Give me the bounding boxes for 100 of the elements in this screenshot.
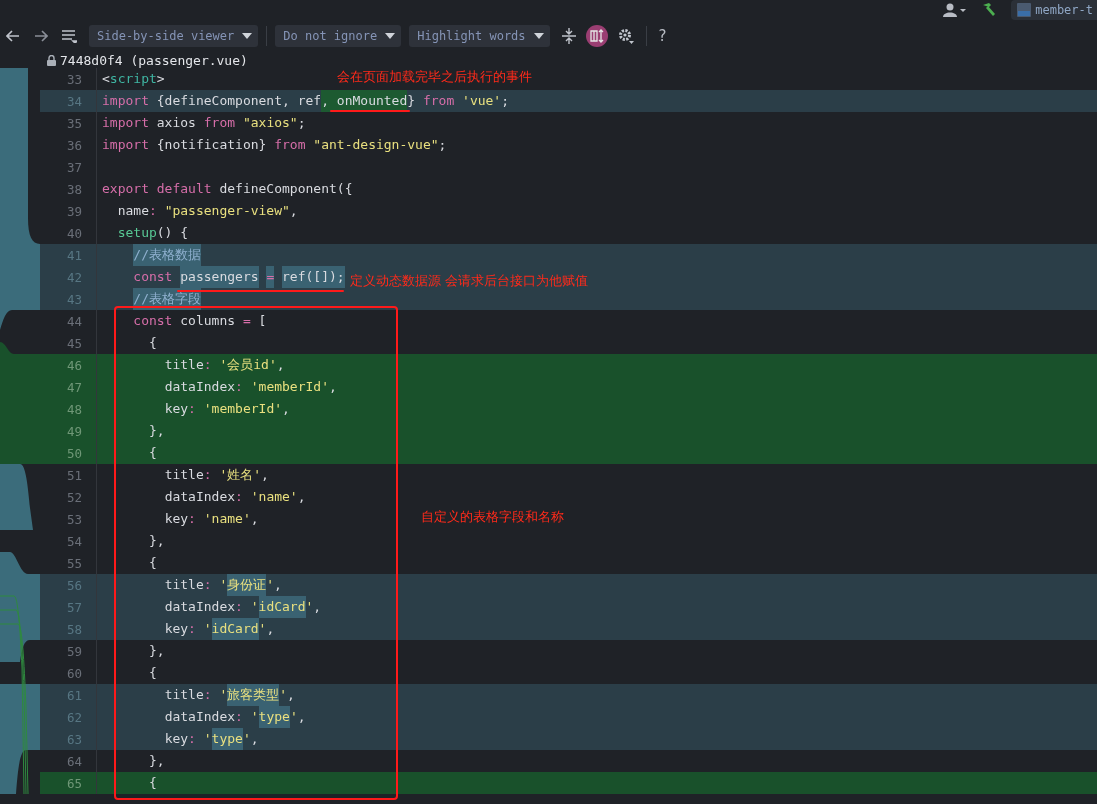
code-token: ' — [203, 730, 212, 748]
code-token: < — [102, 70, 110, 88]
line-number: 44 — [65, 313, 82, 329]
code-token: }, — [148, 642, 165, 660]
code-token: 'name' — [203, 510, 251, 528]
code-token: () { — [156, 224, 189, 242]
code-token: key — [164, 400, 189, 418]
code-token: : — [188, 400, 196, 418]
code-token: , — [274, 576, 282, 594]
line-number: 65 — [65, 775, 82, 791]
code-token: ' — [250, 708, 259, 726]
code-token: , — [297, 488, 306, 506]
code-token: ; — [501, 92, 510, 110]
line-number: 59 — [65, 643, 82, 659]
line-number: 50 — [65, 445, 82, 461]
back-arrow-icon[interactable] — [6, 30, 20, 42]
code-token: "ant-design-vue" — [313, 136, 439, 154]
collapse-icon[interactable] — [561, 28, 576, 44]
code-token: , — [282, 400, 290, 418]
code-token: }, — [148, 422, 165, 440]
code-token: ' — [242, 730, 251, 748]
code-token: ' — [258, 620, 267, 638]
code-token: ' — [219, 686, 228, 704]
code-token: : — [203, 466, 212, 484]
code-token: setup — [117, 224, 157, 242]
code-token: {defineComponent, ref — [156, 92, 322, 110]
code-token: : — [188, 510, 196, 528]
code-token: [ — [258, 312, 267, 330]
sync-scroll-toggle[interactable] — [585, 25, 608, 47]
line-number: 47 — [65, 379, 82, 395]
line-number: 49 — [65, 423, 82, 439]
annotation-text: 自定义的表格字段和名称 — [421, 508, 564, 526]
line-number: 42 — [65, 269, 82, 285]
line-number: 64 — [65, 753, 82, 769]
caret-icon — [242, 33, 253, 39]
code-token: from — [274, 136, 306, 154]
code-token: }, — [148, 532, 165, 550]
dropdown[interactable]: Highlight words — [409, 25, 550, 47]
code-token: {notification} — [156, 136, 267, 154]
code-token: const — [133, 268, 173, 286]
code-token: 'name' — [250, 488, 298, 506]
line-number: 34 — [65, 93, 82, 109]
line-number: 38 — [65, 181, 82, 197]
code-token: '会员id' — [219, 356, 277, 374]
code-token: , — [329, 378, 337, 396]
code-token: title — [164, 576, 204, 594]
editor-tab[interactable]: member-t — [1011, 0, 1097, 20]
code-token: dataIndex — [164, 488, 236, 506]
help-button[interactable]: ? — [658, 27, 667, 45]
code-token: : — [235, 598, 243, 616]
code-token: : — [203, 356, 212, 374]
code-token: : — [235, 378, 243, 396]
code-token: { — [148, 664, 157, 682]
code-token: import — [102, 92, 149, 110]
code-token: = — [266, 266, 275, 288]
line-number: 35 — [65, 115, 82, 131]
line-number: 46 — [65, 357, 82, 373]
line-number: 61 — [65, 687, 82, 703]
code-token: script — [109, 70, 157, 88]
annotation-text: 定义动态数据源 会请求后台接口为他赋值 — [350, 272, 589, 290]
code-token: , onMounted — [321, 90, 408, 112]
code-token: ' — [289, 708, 298, 726]
dropdown[interactable]: Side-by-side viewer — [89, 25, 259, 47]
code-token: }, — [148, 752, 165, 770]
code-token: 'memberId' — [250, 378, 329, 396]
code-token: : — [235, 708, 243, 726]
code-token: > — [156, 70, 165, 88]
line-number: 48 — [65, 401, 82, 417]
code-token: "passenger-view" — [164, 202, 290, 220]
code-token: dataIndex — [164, 598, 236, 616]
settings-icon[interactable] — [617, 28, 634, 44]
code-token: ; — [297, 114, 306, 132]
api-file-icon — [1017, 3, 1032, 17]
code-token: } — [407, 92, 416, 110]
line-number: 63 — [65, 731, 82, 747]
code-token: ' — [219, 576, 228, 594]
caret-icon — [385, 33, 396, 39]
code-token: , — [289, 202, 298, 220]
line-number: 51 — [65, 467, 82, 483]
line-number: 55 — [65, 555, 82, 571]
forward-arrow-icon[interactable] — [34, 30, 48, 42]
code-token: defineComponent({ — [219, 180, 353, 198]
line-number: 54 — [65, 533, 82, 549]
dropdown[interactable]: Do not ignore — [275, 25, 402, 47]
code-token: key — [164, 620, 189, 638]
line-number: 37 — [65, 159, 82, 175]
code-token: , — [266, 620, 275, 638]
code-token: : — [188, 730, 196, 748]
code-token: ref([]); — [282, 266, 345, 288]
code-token: type — [211, 728, 243, 750]
lock-icon — [47, 54, 56, 66]
code-token: columns — [180, 312, 236, 330]
code-token: { — [148, 774, 157, 792]
code-token: ' — [250, 598, 259, 616]
user-icon[interactable] — [943, 3, 968, 17]
code-token: '姓名' — [219, 466, 262, 484]
code-token: { — [148, 554, 157, 572]
menu-icon[interactable] — [62, 29, 77, 43]
line-number: 62 — [65, 709, 82, 725]
annotation-text: 会在页面加载完毕之后执行的事件 — [337, 68, 532, 86]
